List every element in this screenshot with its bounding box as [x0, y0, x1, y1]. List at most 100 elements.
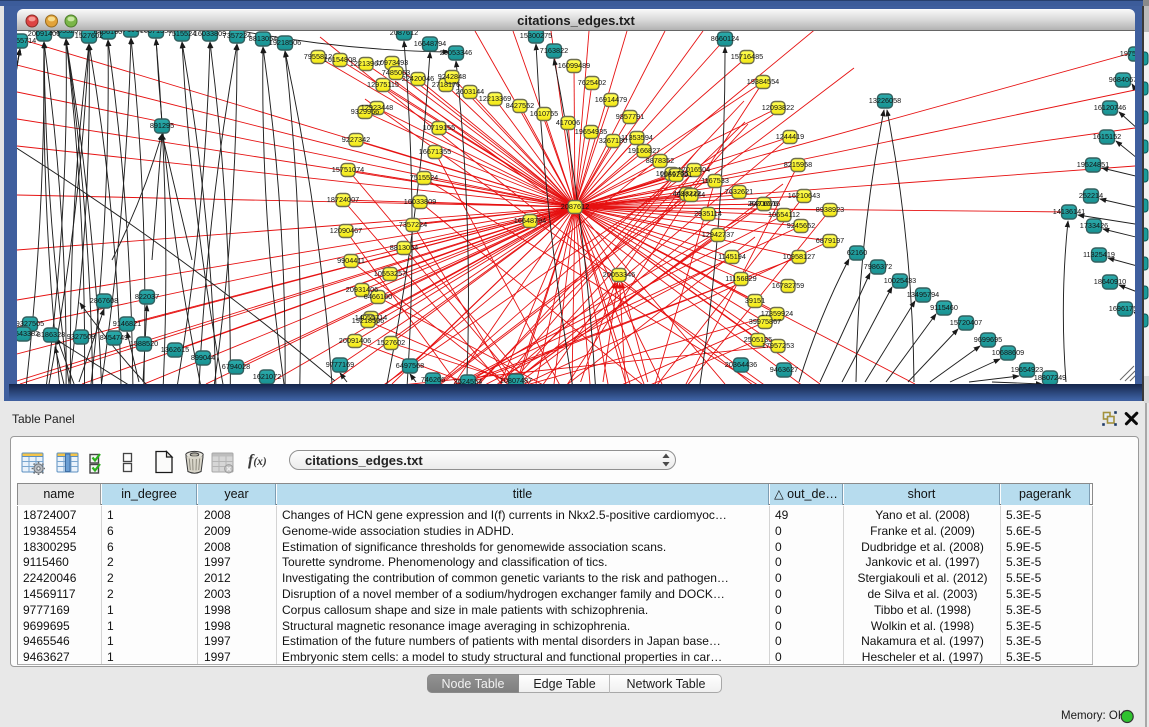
- svg-text:22420046: 22420046: [402, 74, 434, 83]
- svg-text:18724007: 18724007: [327, 195, 359, 204]
- svg-text:12090467: 12090467: [330, 226, 362, 235]
- svg-text:19654935: 19654935: [575, 127, 607, 136]
- svg-text:11156829: 11156829: [725, 274, 756, 283]
- svg-text:2935114: 2935114: [694, 209, 722, 218]
- svg-text:417006: 417006: [556, 118, 580, 127]
- svg-text:39151: 39151: [745, 296, 765, 305]
- svg-text:746266: 746266: [421, 375, 445, 384]
- svg-text:252214: 252214: [1079, 191, 1103, 200]
- svg-text:1610755: 1610755: [530, 109, 558, 118]
- svg-text:9115460: 9115460: [930, 303, 958, 312]
- svg-text:16782759: 16782759: [772, 281, 804, 290]
- svg-text:16120746: 16120746: [1094, 103, 1126, 112]
- svg-text:16648794: 16648794: [514, 216, 546, 225]
- svg-text:17957253: 17957253: [762, 341, 794, 350]
- svg-text:7625402: 7625402: [578, 78, 606, 87]
- svg-text:9904411: 9904411: [337, 256, 365, 265]
- svg-text:7357224: 7357224: [223, 31, 251, 40]
- svg-text:10958127: 10958127: [783, 252, 815, 261]
- svg-text:7163822: 7163822: [540, 46, 568, 55]
- svg-text:1615152: 1615152: [1093, 132, 1121, 141]
- svg-text:18640910: 18640910: [1094, 277, 1126, 286]
- svg-text:16033809: 16033809: [194, 31, 226, 38]
- svg-text:15716485: 15716485: [731, 52, 763, 61]
- svg-text:10807487: 10807487: [500, 376, 532, 384]
- svg-text:10719155: 10719155: [423, 123, 455, 132]
- svg-text:9327505: 9327505: [17, 319, 44, 328]
- svg-text:15300275: 15300275: [520, 31, 552, 40]
- svg-text:16961758: 16961758: [1109, 304, 1135, 313]
- svg-text:11325419: 11325419: [1083, 250, 1115, 259]
- svg-text:20053346: 20053346: [440, 48, 472, 57]
- svg-text:7357224: 7357224: [399, 220, 427, 229]
- svg-text:1621072: 1621072: [253, 372, 281, 381]
- svg-text:8813054: 8813054: [390, 243, 418, 252]
- svg-text:16648794: 16648794: [414, 39, 446, 48]
- svg-text:9146821: 9146821: [113, 319, 141, 328]
- svg-text:8938923: 8938923: [816, 205, 844, 214]
- svg-text:9463627: 9463627: [770, 365, 798, 374]
- svg-text:6466160: 6466160: [364, 292, 392, 301]
- svg-text:16099489: 16099489: [558, 61, 590, 70]
- svg-text:9684067: 9684067: [1109, 75, 1135, 84]
- svg-text:13226058: 13226058: [869, 96, 901, 105]
- svg-text:19218506: 19218506: [269, 38, 301, 47]
- svg-text:9857791: 9857791: [616, 112, 644, 121]
- svg-text:12942737: 12942737: [702, 230, 734, 239]
- svg-text:19756928: 19756928: [1120, 49, 1135, 58]
- svg-text:2087612: 2087612: [561, 202, 589, 211]
- svg-text:12093822: 12093822: [762, 103, 794, 112]
- svg-text:6794028: 6794028: [222, 362, 250, 371]
- svg-text:62160: 62160: [847, 248, 867, 257]
- svg-text:16914479: 16914479: [595, 95, 627, 104]
- svg-text:9245652: 9245652: [787, 221, 815, 230]
- svg-text:10025433: 10025433: [884, 276, 916, 285]
- svg-text:16210643: 16210643: [788, 191, 820, 200]
- svg-text:15720407: 15720407: [950, 318, 982, 327]
- svg-text:20364436: 20364436: [725, 360, 757, 369]
- svg-text:7632621: 7632621: [725, 187, 753, 196]
- svg-text:6497568: 6497568: [396, 361, 424, 370]
- svg-text:1145194: 1145194: [718, 252, 746, 261]
- svg-text:1244419: 1244419: [776, 132, 804, 141]
- svg-text:9327508: 9327508: [67, 332, 95, 341]
- svg-text:20206516: 20206516: [748, 199, 780, 208]
- svg-text:8878352: 8878352: [646, 156, 674, 165]
- svg-text:19166827: 19166827: [628, 146, 660, 155]
- svg-text:2867608: 2867608: [90, 296, 118, 305]
- svg-text:3624554: 3624554: [454, 377, 482, 384]
- svg-text:19384554: 19384554: [747, 77, 779, 86]
- svg-text:10973493: 10973493: [376, 58, 408, 67]
- svg-text:822037: 822037: [135, 292, 159, 301]
- svg-text:1733426: 1733426: [1080, 221, 1108, 230]
- svg-text:9699695: 9699695: [974, 335, 1002, 344]
- svg-text:899044: 899044: [191, 353, 215, 362]
- svg-text:16671355: 16671355: [419, 147, 451, 156]
- svg-text:1167533: 1167533: [701, 176, 729, 185]
- svg-text:10553257: 10553257: [374, 269, 406, 278]
- svg-text:9777169: 9777169: [326, 360, 354, 369]
- svg-text:7515524: 7515524: [410, 173, 438, 182]
- svg-text:1588520: 1588520: [130, 339, 158, 348]
- svg-text:7515524: 7515524: [168, 31, 196, 38]
- svg-text:20091406: 20091406: [339, 336, 371, 345]
- svg-text:18807249: 18807249: [1034, 373, 1066, 382]
- svg-text:10688609: 10688609: [992, 348, 1024, 357]
- svg-text:9227342: 9227342: [342, 135, 370, 144]
- svg-text:16033809: 16033809: [404, 197, 436, 206]
- svg-text:15751074: 15751074: [332, 165, 364, 174]
- svg-text:2087612: 2087612: [390, 31, 418, 37]
- svg-text:19218506: 19218506: [352, 316, 384, 325]
- svg-text:12975115: 12975115: [367, 80, 399, 89]
- svg-text:9329966: 9329966: [351, 107, 379, 116]
- svg-text:8660124: 8660124: [711, 34, 739, 43]
- svg-text:1362615: 1362615: [161, 345, 189, 354]
- svg-text:9474444: 9474444: [677, 190, 705, 199]
- svg-text:1527602: 1527602: [377, 338, 405, 347]
- svg-text:8454749: 8454749: [100, 333, 128, 342]
- svg-text:8215958: 8215958: [784, 160, 812, 169]
- svg-text:14136141: 14136141: [1053, 207, 1085, 216]
- svg-text:7986372: 7986372: [864, 262, 892, 271]
- svg-text:10654112: 10654112: [768, 210, 800, 219]
- svg-text:9242848: 9242848: [438, 72, 466, 81]
